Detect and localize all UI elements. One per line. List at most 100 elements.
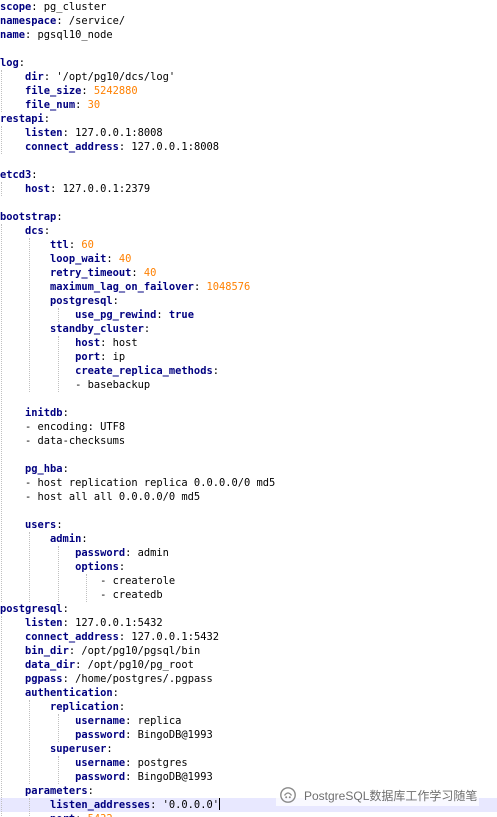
yaml-value: host [112,337,138,349]
yaml-key: dir [25,71,44,83]
yaml-value: 40 [143,267,157,279]
yaml-key: loop_wait [50,253,107,265]
code-line: - host all all 0.0.0.0/0 md5 [0,490,497,504]
yaml-value: ip [112,351,126,363]
code-line: options: [75,561,126,573]
yaml-key: scope [0,1,32,13]
yaml-key: bootstrap [0,211,57,223]
code-line: postgresql: [50,295,119,307]
indent-guide [57,308,59,322]
yaml-key: restapi [0,113,44,125]
yaml-value: /home/postgres/.pgpass [75,673,213,685]
code-line: connect_address: 127.0.0.1:5432 [25,631,219,643]
yaml-key: username [75,715,126,727]
code-line: bin_dir: /opt/pg10/pgsql/bin [25,645,201,657]
code-line: host: host [75,337,138,349]
yaml-key: use_pg_rewind [75,309,157,321]
yaml-list-item: - data-checksums [25,435,126,447]
code-line: - basebackup [0,378,497,392]
code-line: loop_wait: 40 [50,253,132,265]
code-line: file_num: 30 [25,99,101,111]
yaml-key: authentication [25,687,113,699]
yaml-key: password [75,547,126,559]
code-line: - data-checksums [0,434,497,448]
yaml-key: connect_address [25,141,119,153]
yaml-key: file_num [25,99,76,111]
code-line: pg_hba: [25,463,69,475]
code-line: etcd3: [0,169,38,181]
indent-guide [29,700,31,784]
yaml-key: namespace [0,15,57,27]
yaml-key: name [0,29,26,41]
yaml-value: 127.0.0.1:8008 [131,141,219,153]
yaml-key: postgresql [0,603,63,615]
yaml-value: 60 [81,239,94,251]
code-line: host: 127.0.0.1:2379 [25,183,151,195]
code-line: - createdb [0,588,497,602]
watermark: PostgreSQL数据库工作学习随笔 [276,784,480,806]
code-line: password: BingoDB@1993 [75,771,213,783]
yaml-value: 40 [118,253,132,265]
yaml-key: maximum_lag_on_failover [50,281,194,293]
code-line: namespace: /service/ [0,15,126,27]
yaml-value: admin [137,547,169,559]
code-line: port: ip [75,351,126,363]
yaml-value: /opt/pg10/pgsql/bin [81,645,201,657]
indent-guide [86,574,88,602]
yaml-key: log [0,57,19,69]
yaml-value: BingoDB@1993 [137,771,213,783]
code-line: create_replica_methods: [75,365,219,377]
yaml-key: port [50,813,75,817]
text-cursor [218,798,220,810]
watermark-text: PostgreSQL数据库工作学习随笔 [304,788,478,803]
indent-guide [1,126,2,154]
yaml-value: 127.0.0.1:5432 [75,617,163,629]
code-line: standby_cluster: [50,323,151,335]
yaml-key: port [75,351,101,363]
yaml-value: postgres [137,757,188,769]
indent-guide [29,532,31,602]
yaml-key: superuser [50,743,107,755]
code-line: port: 5432 [0,812,497,817]
yaml-value: 5242880 [93,85,138,97]
yaml-key: connect_address [25,631,119,643]
yaml-key: password [75,771,126,783]
yaml-key: host [75,337,101,349]
yaml-list-item: - host all all 0.0.0.0/0 md5 [25,491,201,503]
yaml-value: true [168,309,194,321]
code-line: initdb: [25,407,69,419]
yaml-editor[interactable]: scope: pg_cluster namespace: /service/nam… [0,0,497,817]
yaml-key: replication [50,701,119,713]
code-line: - host replication replica 0.0.0.0/0 md5 [0,476,497,490]
code-line: retry_timeout: 40 [50,267,157,279]
code-line: restapi: [0,113,51,125]
yaml-list-item: - encoding: UTF8 [25,421,126,433]
wechat-official-account-icon [280,787,296,803]
indent-guide [1,70,2,112]
yaml-key: initdb [25,407,63,419]
yaml-value: 127.0.0.1:2379 [62,183,151,195]
yaml-key: pgpass [25,673,63,685]
yaml-key: bin_dir [25,645,69,657]
yaml-key: options [75,561,119,573]
code-line: dir: '/opt/pg10/dcs/log' [25,71,176,83]
code-line: name: pgsql10_node [0,29,113,41]
code-line: bootstrap: [0,211,63,223]
code-line: connect_address: 127.0.0.1:8008 [25,141,219,153]
code-line: admin: [50,533,88,545]
yaml-key: file_size [25,85,82,97]
yaml-key: postgresql [50,295,113,307]
code-line: dcs: [25,225,51,237]
yaml-key: listen_addresses [50,799,151,811]
code-line: postgresql: [0,603,69,615]
code-line: data_dir: /opt/pg10/pg_root [25,659,194,671]
yaml-key: users [25,519,57,531]
code-line: - encoding: UTF8 [0,420,497,434]
code-line: authentication: [25,687,119,699]
yaml-key: standby_cluster [50,323,144,335]
